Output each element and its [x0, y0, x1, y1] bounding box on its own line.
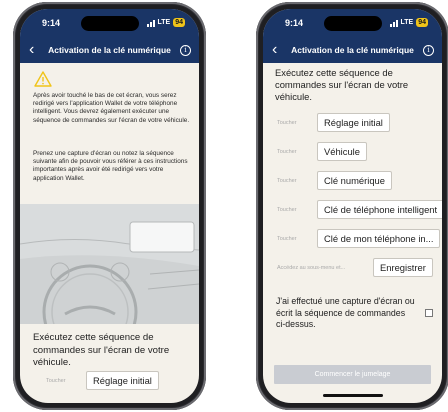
- info-icon[interactable]: i: [180, 45, 191, 56]
- touch-label: Toucher: [46, 377, 66, 384]
- signal-icon: [146, 19, 155, 27]
- touch-label: Toucher: [277, 148, 297, 155]
- page-title: Activation de la clé numérique: [48, 45, 171, 55]
- instruction-text: Exécutez cette séquence de commandes sur…: [275, 67, 409, 102]
- confirm-checkbox[interactable]: [425, 309, 433, 317]
- page-title: Activation de la clé numérique: [291, 45, 414, 55]
- command-digital-key: Clé numérique: [317, 171, 392, 190]
- nav-bar: ‹ Activation de la clé numérique i: [263, 39, 442, 63]
- phone-left: 9:14 LTE 94 ‹ Activation de la clé numér…: [13, 2, 206, 410]
- screenshot-notice: Prenez une capture d'écran ou notez la s…: [33, 150, 188, 182]
- info-icon[interactable]: i: [423, 45, 434, 56]
- command-row: Toucher Réglage initial: [277, 113, 390, 132]
- start-pairing-button[interactable]: Commencer le jumelage: [274, 365, 431, 384]
- warning-triangle-icon: [34, 71, 52, 87]
- command-row: Toucher Réglage initial: [46, 371, 159, 390]
- touch-label: Toucher: [277, 206, 297, 213]
- dynamic-island: [80, 16, 139, 31]
- status-time: 9:14: [285, 18, 304, 28]
- network-label: LTE: [157, 19, 171, 26]
- touch-label: Toucher: [277, 119, 297, 126]
- screen-right: 9:14 LTE 94 ‹ Activation de la clé numér…: [263, 9, 442, 403]
- dashboard-illustration: [20, 204, 199, 324]
- command-initial-setup: Réglage initial: [317, 113, 390, 132]
- dynamic-island: [323, 16, 382, 31]
- battery-icon: 94: [173, 18, 185, 27]
- command-row: Toucher Véhicule: [277, 142, 367, 161]
- signal-icon: [389, 19, 398, 27]
- status-time: 9:14: [42, 18, 61, 28]
- submenu-label: Accédez au sous-menu et...: [277, 264, 346, 271]
- command-initial-setup: Réglage initial: [86, 371, 159, 390]
- status-bar: 9:14 LTE 94: [263, 9, 442, 39]
- command-my-phone-key: Clé de mon téléphone in...: [317, 229, 441, 248]
- command-row: Toucher Clé de téléphone intelligent: [277, 200, 442, 219]
- battery-icon: 94: [416, 18, 428, 27]
- command-smartphone-key: Clé de téléphone intelligent: [317, 200, 442, 219]
- command-vehicle: Véhicule: [317, 142, 367, 161]
- home-indicator: [322, 394, 383, 397]
- status-bar: 9:14 LTE 94: [20, 9, 199, 39]
- confirm-text: J'ai effectué une capture d'écran ou écr…: [276, 296, 415, 329]
- phone-right: 9:14 LTE 94 ‹ Activation de la clé numér…: [256, 2, 448, 410]
- command-row: Toucher Clé de mon téléphone in...: [277, 229, 441, 248]
- touch-label: Toucher: [277, 235, 297, 242]
- screen-left: 9:14 LTE 94 ‹ Activation de la clé numér…: [20, 9, 199, 403]
- command-row: Accédez au sous-menu et... Enregistrer: [277, 258, 433, 277]
- redirect-notice: Après avoir touché le bas de cet écran, …: [33, 92, 190, 124]
- instruction-text: Exécutez cette séquence de commandes sur…: [33, 332, 170, 368]
- command-save: Enregistrer: [373, 258, 433, 277]
- command-row: Toucher Clé numérique: [277, 171, 392, 190]
- touch-label: Toucher: [277, 177, 297, 184]
- network-label: LTE: [400, 19, 414, 26]
- nav-bar: ‹ Activation de la clé numérique i: [20, 39, 199, 63]
